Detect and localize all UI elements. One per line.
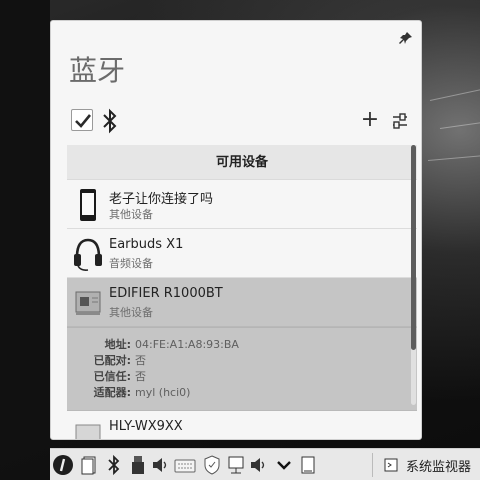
bluetooth-icon[interactable] <box>104 454 124 476</box>
detail-label: 地址: <box>104 338 131 351</box>
device-name: HLY-WX9XX <box>109 419 183 434</box>
taskbar-separator <box>372 453 373 477</box>
device-type: 其他设备 <box>109 208 153 221</box>
keyboard-icon[interactable] <box>174 454 196 476</box>
generic-device-icon <box>75 424 101 439</box>
configure-icon[interactable] <box>391 111 409 131</box>
device-type: 其他设备 <box>109 437 153 439</box>
device-name: Earbuds X1 <box>109 237 184 252</box>
taskbar: 系统监视器 <box>50 448 480 480</box>
device-item[interactable]: HLY-WX9XX 其他设备 <box>67 411 417 439</box>
detail-label: 已配对: <box>93 354 131 367</box>
volume-icon[interactable] <box>150 454 170 476</box>
popup-title: 蓝牙 <box>69 54 126 87</box>
device-type: 音频设备 <box>109 257 153 270</box>
chevron-down-icon[interactable] <box>274 454 294 476</box>
device-list: 可用设备 老子让你连接了吗 其他设备 Earbuds X1 音频设备 EDIFI… <box>67 145 417 439</box>
phone-icon <box>80 189 96 221</box>
bluetooth-icon <box>103 108 117 134</box>
clipboard-icon[interactable] <box>80 454 100 476</box>
device-item[interactable]: 老子让你连接了吗 其他设备 <box>67 180 417 229</box>
detail-adapter-row: 适配器: myl (hci0) <box>67 384 191 399</box>
device-type: 其他设备 <box>109 306 153 319</box>
detail-trusted-row: 已信任: 否 <box>67 368 146 383</box>
pin-icon[interactable] <box>399 31 413 45</box>
volume-icon[interactable] <box>248 454 268 476</box>
detail-label: 已信任: <box>93 370 131 383</box>
display-icon[interactable] <box>298 454 318 476</box>
bluetooth-enable-checkbox[interactable] <box>71 109 93 131</box>
device-item[interactable]: Earbuds X1 音频设备 <box>67 229 417 278</box>
detail-value: 否 <box>135 370 146 383</box>
scrollbar-thumb[interactable] <box>411 145 416 350</box>
section-header: 可用设备 <box>67 145 417 180</box>
device-name: 老子让你连接了吗 <box>109 192 214 207</box>
device-item-selected[interactable]: EDIFIER R1000BT 其他设备 <box>67 278 417 327</box>
detail-paired-row: 已配对: 否 <box>67 352 146 367</box>
headset-icon <box>74 238 102 271</box>
network-card-icon <box>75 291 101 315</box>
launcher-icon[interactable] <box>52 454 74 476</box>
device-name: EDIFIER R1000BT <box>109 286 223 301</box>
detail-value: myl (hci0) <box>135 386 191 399</box>
detail-address-row: 地址: 04:FE:A1:A8:93:BA <box>67 336 239 351</box>
task-label: 系统监视器 <box>406 460 472 475</box>
device-details-panel: 地址: 04:FE:A1:A8:93:BA 已配对: 否 已信任: 否 适配器: myl… <box>67 327 417 411</box>
checkmark-icon <box>75 114 92 128</box>
desktop-left-edge <box>0 0 50 448</box>
detail-label: 适配器: <box>93 386 131 399</box>
shield-icon[interactable] <box>202 454 222 476</box>
usb-drive-icon[interactable] <box>128 454 148 476</box>
bluetooth-toolbar: + <box>51 107 421 137</box>
detail-value: 04:FE:A1:A8:93:BA <box>135 338 239 351</box>
network-icon[interactable] <box>226 454 246 476</box>
device-list-scrollbar[interactable] <box>411 145 416 405</box>
bluetooth-popup: 蓝牙 + 可用设备 老子让你连接了吗 其他设备 Earbuds X1 音频设备 … <box>50 20 422 440</box>
system-monitor-icon <box>384 458 398 472</box>
detail-value: 否 <box>135 354 146 367</box>
add-device-button[interactable]: + <box>359 107 381 133</box>
